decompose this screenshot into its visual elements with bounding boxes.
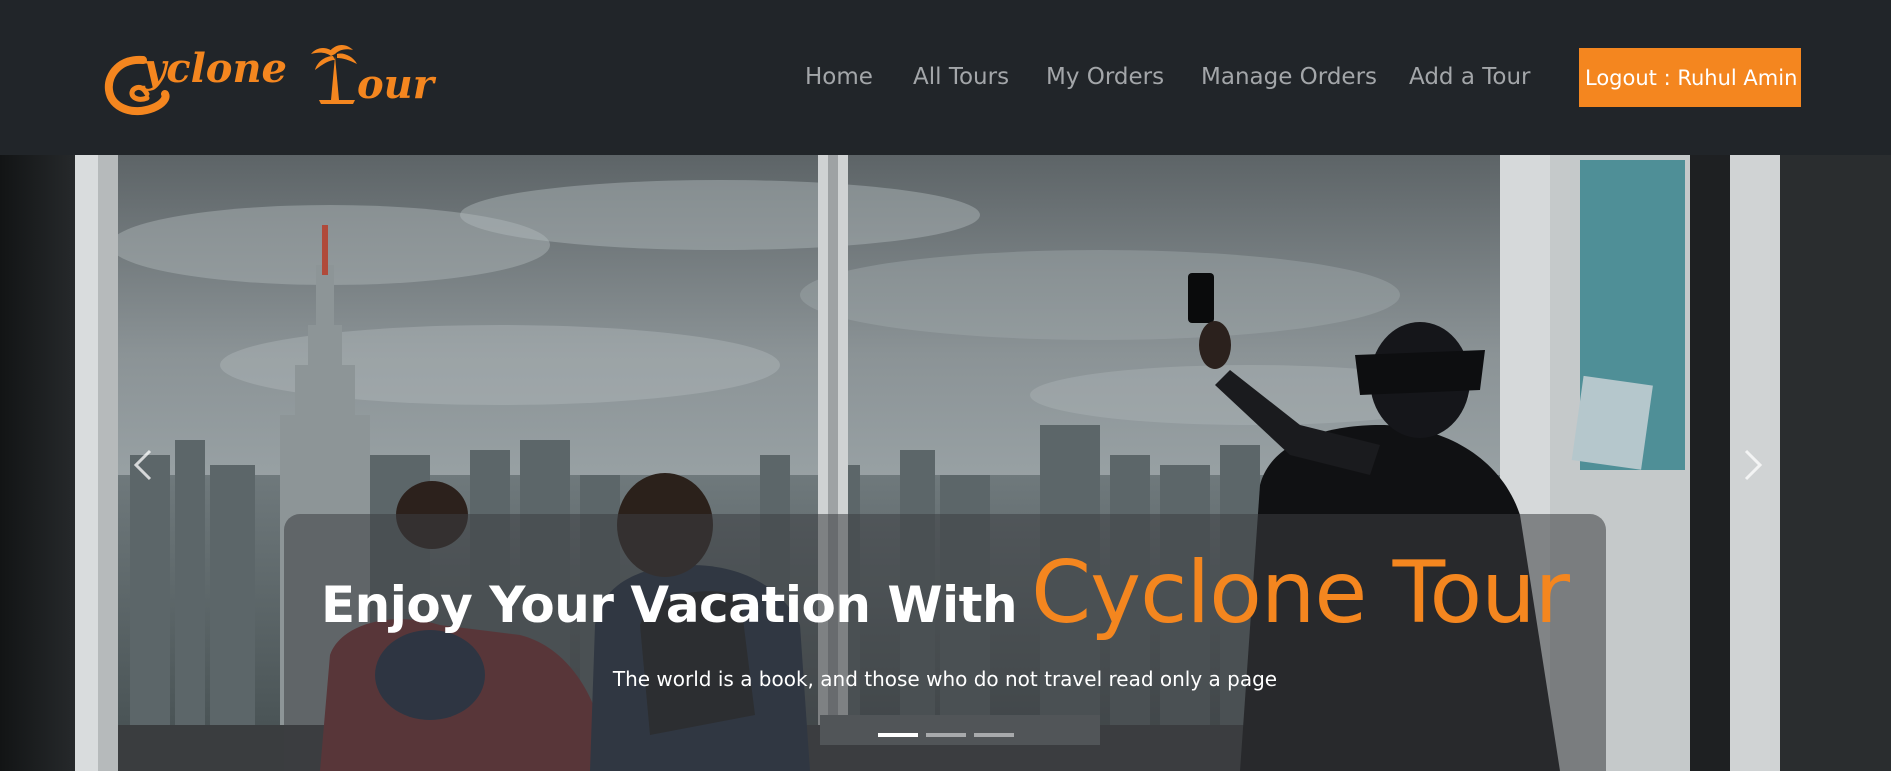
carousel-indicator[interactable] bbox=[878, 733, 918, 737]
chevron-left-icon bbox=[133, 449, 152, 481]
nav-manage-orders[interactable]: Manage Orders bbox=[1201, 64, 1377, 90]
chevron-right-icon bbox=[1744, 449, 1763, 481]
brand-logo[interactable]: yclone our bbox=[103, 38, 443, 118]
carousel-next-button[interactable] bbox=[1732, 435, 1772, 495]
navbar: yclone our Home All Tours My Orders Mana… bbox=[0, 0, 1891, 155]
svg-text:our: our bbox=[357, 61, 437, 108]
hero-title-lead: Enjoy Your Vacation With bbox=[320, 576, 1018, 634]
carousel-indicator[interactable] bbox=[974, 733, 1014, 737]
cyclone-tour-logo: yclone our bbox=[104, 45, 437, 116]
nav-home[interactable]: Home bbox=[805, 64, 873, 90]
hero-carousel: Enjoy Your Vacation With Cyclone Tour The… bbox=[0, 155, 1891, 771]
carousel-indicators bbox=[878, 733, 1014, 737]
hero-subtitle: The world is a book, and those who do no… bbox=[612, 667, 1278, 691]
nav-add-tour[interactable]: Add a Tour bbox=[1409, 64, 1531, 90]
palm-tree-icon bbox=[311, 45, 357, 104]
svg-text:yclone: yclone bbox=[142, 45, 287, 92]
hero-title-brand: Cyclone Tour bbox=[1031, 543, 1570, 643]
nav-all-tours[interactable]: All Tours bbox=[913, 64, 1009, 90]
carousel-prev-button[interactable] bbox=[124, 435, 164, 495]
carousel-indicator[interactable] bbox=[926, 733, 966, 737]
nav-my-orders[interactable]: My Orders bbox=[1046, 64, 1164, 90]
hero-title: Enjoy Your Vacation With Cyclone Tour bbox=[284, 550, 1606, 636]
logout-button[interactable]: Logout : Ruhul Amin bbox=[1579, 48, 1801, 107]
